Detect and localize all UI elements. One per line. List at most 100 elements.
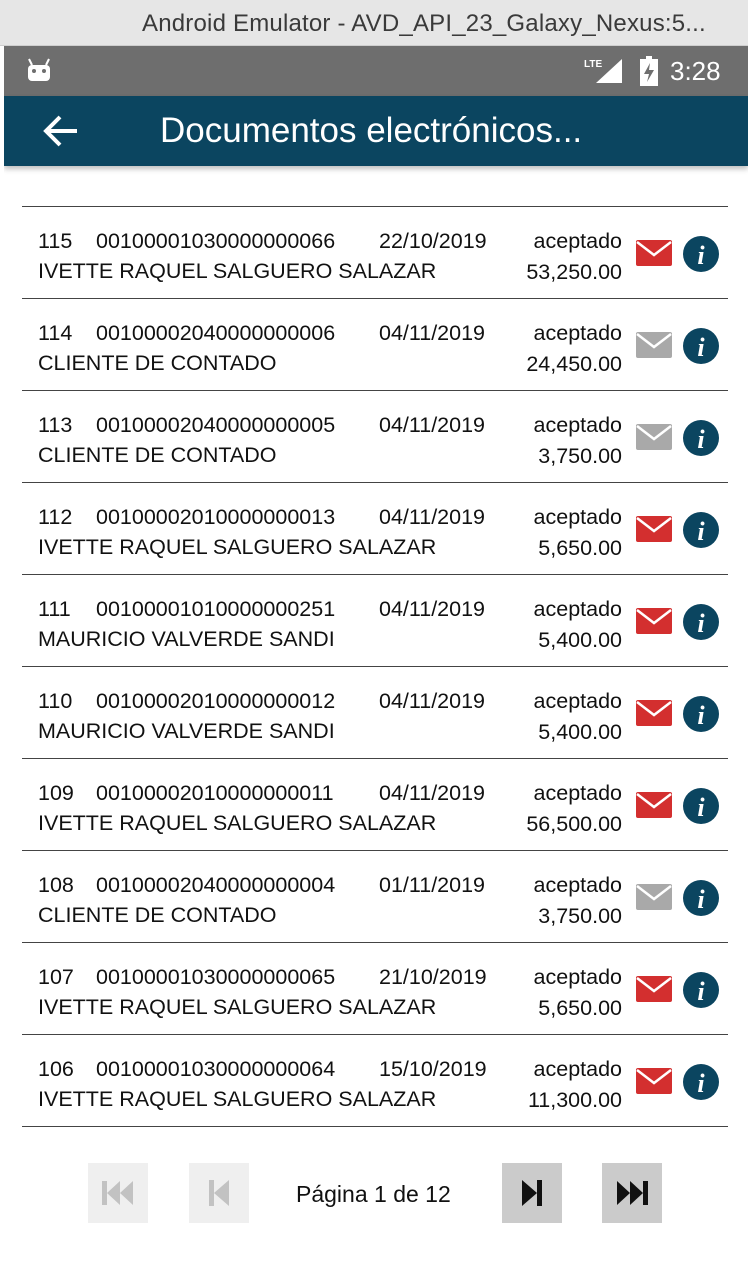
document-status: aceptado (533, 229, 622, 253)
document-amount: 5,650.00 (538, 996, 622, 1020)
document-row[interactable]: 115 00100001030000000066 22/10/2019 aceptad… (22, 207, 728, 299)
info-circle-icon[interactable]: i (683, 604, 719, 640)
envelope-icon[interactable] (636, 516, 672, 542)
document-date: 04/11/2019 (379, 413, 486, 437)
document-key: 00100001030000000064 (96, 1057, 336, 1081)
document-amount: 56,500.00 (526, 812, 622, 836)
client-name: IVETTE RAQUEL SALGUERO SALAZAR (38, 535, 437, 559)
document-status: aceptado (533, 781, 622, 805)
envelope-icon[interactable] (636, 976, 672, 1002)
client-name: CLIENTE DE CONTADO (38, 443, 277, 467)
document-row[interactable]: 110 00100002010000000012 04/11/2019 aceptad… (22, 667, 728, 759)
document-amount: 5,400.00 (538, 720, 622, 744)
android-notification-icon (28, 58, 50, 81)
status-clock: 3:28 (670, 56, 721, 86)
document-amount: 24,450.00 (526, 352, 622, 376)
document-number: 112 (38, 505, 73, 529)
envelope-icon[interactable] (636, 700, 672, 726)
envelope-icon[interactable] (636, 332, 672, 358)
info-circle-icon[interactable]: i (683, 788, 719, 824)
document-status: aceptado (533, 321, 622, 345)
first-page-button[interactable] (88, 1163, 148, 1223)
first-page-icon (102, 1181, 133, 1205)
lte-signal-icon: LTE (584, 59, 622, 83)
document-date: 22/10/2019 (379, 229, 487, 253)
document-number: 115 (38, 229, 73, 253)
last-page-button[interactable] (602, 1163, 662, 1223)
document-status: aceptado (533, 597, 622, 621)
document-status: aceptado (533, 1057, 622, 1081)
document-date: 04/11/2019 (379, 597, 486, 621)
document-number: 109 (38, 781, 74, 805)
client-name: IVETTE RAQUEL SALGUERO SALAZAR (38, 995, 437, 1019)
previous-page-icon (209, 1180, 229, 1206)
next-page-icon (522, 1180, 542, 1206)
document-amount: 53,250.00 (526, 260, 622, 284)
document-row[interactable]: 112 00100002010000000013 04/11/2019 aceptad… (22, 483, 728, 575)
document-amount: 3,750.00 (538, 904, 622, 928)
envelope-icon[interactable] (636, 1068, 672, 1094)
app-bar: Documentos electrónicos... (4, 96, 748, 166)
document-date: 21/10/2019 (379, 965, 487, 989)
client-name: IVETTE RAQUEL SALGUERO SALAZAR (38, 259, 437, 283)
envelope-icon[interactable] (636, 424, 672, 450)
svg-text:i: i (697, 701, 705, 730)
client-name: MAURICIO VALVERDE SANDI (38, 719, 335, 743)
document-key: 00100001030000000065 (96, 965, 336, 989)
info-circle-icon[interactable]: i (683, 420, 719, 456)
info-circle-icon[interactable]: i (683, 880, 719, 916)
svg-text:i: i (697, 517, 705, 546)
document-key: 00100002040000000004 (96, 873, 336, 897)
document-status: aceptado (533, 413, 622, 437)
document-date: 04/11/2019 (379, 781, 486, 805)
document-row[interactable]: 108 00100002040000000004 01/11/2019 aceptad… (22, 851, 728, 943)
envelope-icon[interactable] (636, 240, 672, 266)
svg-text:i: i (697, 977, 705, 1006)
client-name: CLIENTE DE CONTADO (38, 351, 277, 375)
next-page-button[interactable] (502, 1163, 562, 1223)
document-row[interactable]: 114 00100002040000000006 04/11/2019 aceptad… (22, 299, 728, 391)
status-bar: LTE 3:28 (4, 46, 748, 96)
info-circle-icon[interactable]: i (683, 972, 719, 1008)
page-indicator: Página 1 de 12 (296, 1181, 451, 1207)
document-amount: 11,300.00 (527, 1088, 622, 1112)
document-status: aceptado (533, 873, 622, 897)
window-titlebar: Android Emulator - AVD_API_23_Galaxy_Nex… (0, 0, 748, 46)
last-page-icon (617, 1181, 648, 1205)
envelope-icon[interactable] (636, 884, 672, 910)
document-date: 01/11/2019 (379, 873, 486, 897)
svg-text:i: i (697, 885, 705, 914)
document-number: 111 (38, 597, 71, 621)
document-key: 00100002040000000005 (96, 413, 336, 437)
document-amount: 5,400.00 (538, 628, 622, 652)
document-row[interactable]: 113 00100002040000000005 04/11/2019 aceptad… (22, 391, 728, 483)
document-row[interactable]: 106 00100001030000000064 15/10/2019 aceptad… (22, 1035, 728, 1127)
document-number: 110 (38, 689, 73, 713)
document-row[interactable]: 111 00100001010000000251 04/11/2019 aceptad… (22, 575, 728, 667)
document-number: 107 (38, 965, 74, 989)
info-circle-icon[interactable]: i (683, 696, 719, 732)
document-key: 00100002010000000012 (96, 689, 336, 713)
document-key: 00100002010000000013 (96, 505, 336, 529)
info-circle-icon[interactable]: i (683, 1064, 719, 1100)
document-number: 114 (38, 321, 73, 345)
svg-text:i: i (697, 1069, 705, 1098)
client-name: IVETTE RAQUEL SALGUERO SALAZAR (38, 1087, 437, 1111)
device-screen: LTE 3:28 Documentos electrónicos... 115 0… (4, 46, 748, 1266)
client-name: MAURICIO VALVERDE SANDI (38, 627, 335, 651)
client-name: CLIENTE DE CONTADO (38, 903, 277, 927)
envelope-icon[interactable] (636, 608, 672, 634)
document-date: 04/11/2019 (379, 321, 486, 345)
document-row[interactable]: 109 00100002010000000011 04/11/2019 aceptad… (22, 759, 728, 851)
document-row[interactable]: 107 00100001030000000065 21/10/2019 aceptad… (22, 943, 728, 1035)
info-circle-icon[interactable]: i (683, 328, 719, 364)
arrow-back-icon[interactable] (42, 112, 80, 150)
info-circle-icon[interactable]: i (683, 236, 719, 272)
document-number: 108 (38, 873, 74, 897)
previous-page-button[interactable] (189, 1163, 249, 1223)
info-circle-icon[interactable]: i (683, 512, 719, 548)
pagination: Página 1 de 12 (4, 1161, 748, 1225)
envelope-icon[interactable] (636, 792, 672, 818)
document-key: 00100001030000000066 (96, 229, 336, 253)
svg-text:i: i (697, 241, 705, 270)
